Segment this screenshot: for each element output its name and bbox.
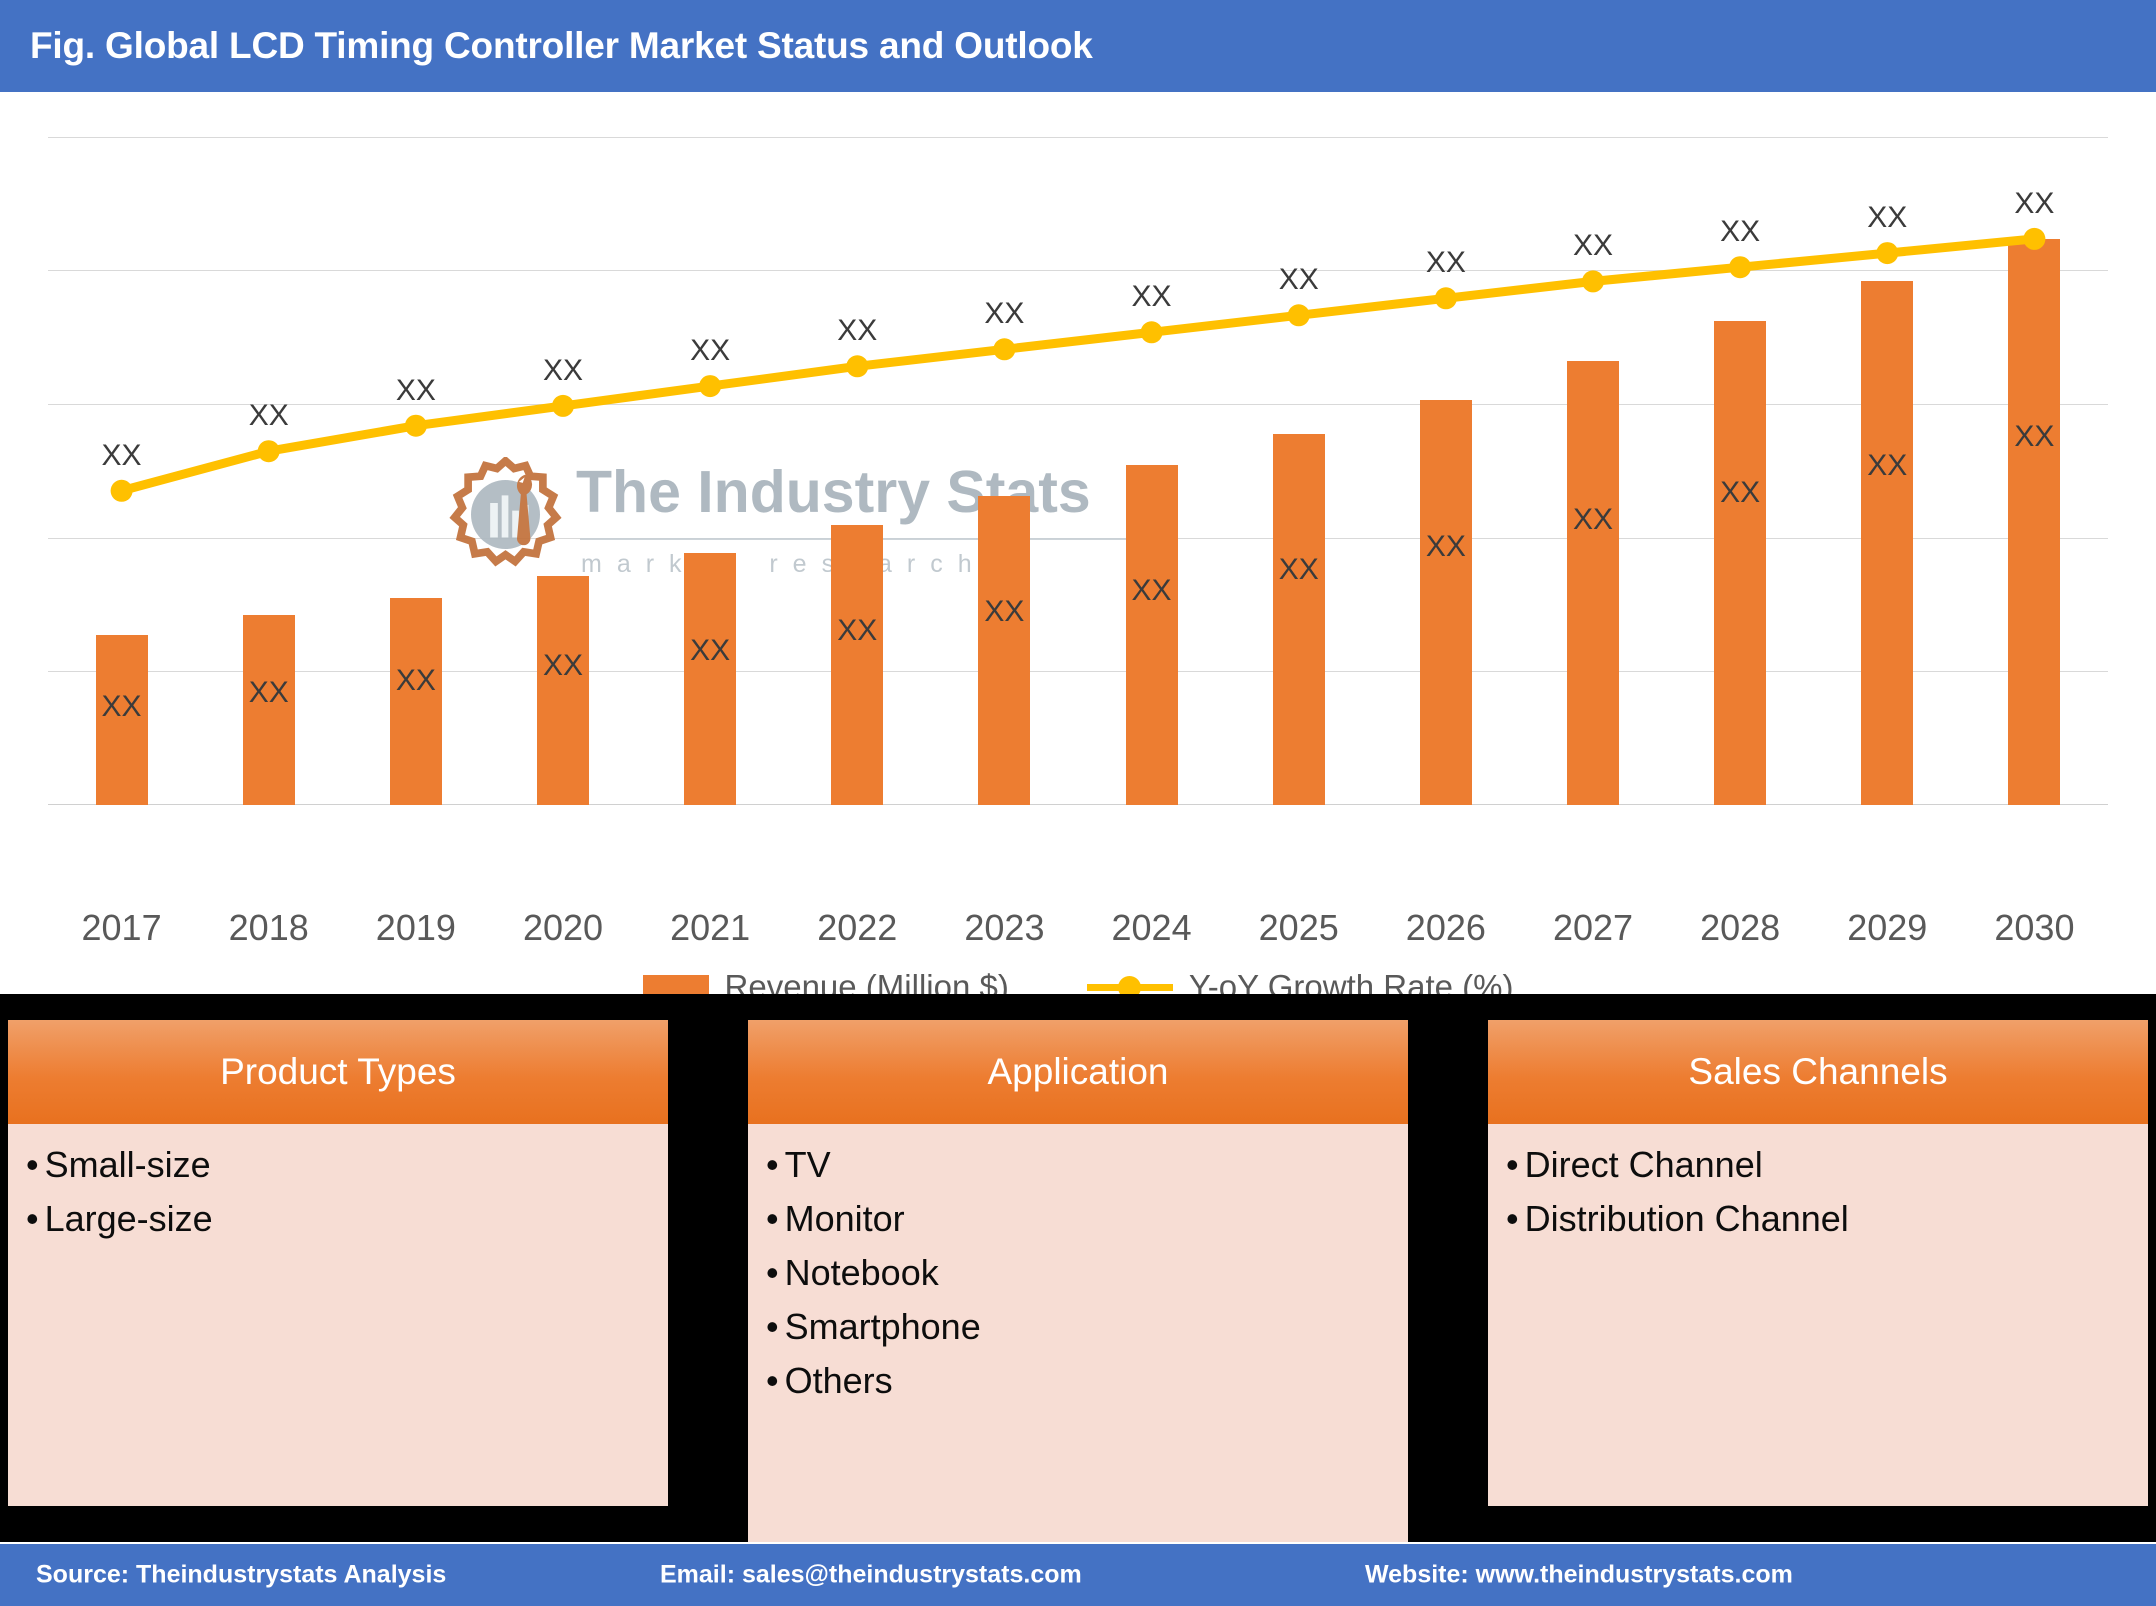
bullet-icon: • (766, 1197, 779, 1239)
bullet-icon: • (26, 1197, 39, 1239)
footer-bar: Source: Theindustrystats Analysis Email:… (0, 1542, 2156, 1606)
line-data-label-2026: XX (1425, 246, 1466, 280)
line-data-label-2017: XX (101, 438, 142, 472)
x-axis-tick-2019: 2019 (375, 907, 456, 948)
x-axis-tick-2024: 2024 (1111, 907, 1192, 948)
x-axis-tick-2018: 2018 (228, 907, 309, 948)
x-axis-tick-2017: 2017 (81, 907, 162, 948)
line-data-label-2022: XX (837, 314, 878, 348)
bar-data-label-2027: XX (1572, 502, 1614, 536)
footer-source: Source: Theindustrystats Analysis (36, 1560, 447, 1589)
category-box-title: Product Types (8, 1020, 668, 1124)
category-box-application: Application • TV • Monitor • Notebook • Smartpho… (748, 1020, 1408, 1544)
list-item-label: Direct Channel (1524, 1144, 1763, 1185)
chart-panel: The Industry Stats market research XX XX X… (0, 92, 2156, 1005)
list-item-label: Distribution Channel (1524, 1197, 1849, 1239)
list-item: • Smartphone (766, 1305, 1408, 1347)
list-item-label: Large-size (44, 1197, 213, 1239)
x-axis-tick-2027: 2027 (1552, 907, 1634, 948)
bullet-icon: • (766, 1144, 779, 1185)
list-item: • Direct Channel (1506, 1144, 2148, 1185)
category-box-title: Application (748, 1020, 1408, 1124)
line-data-label-2028: XX (1720, 215, 1761, 249)
bar-data-label-2020: XX (542, 649, 584, 683)
bar-data-label-2029: XX (1867, 448, 1908, 482)
list-item-label: Small-size (44, 1144, 211, 1185)
line-data-label-2018: XX (248, 399, 289, 433)
category-band: Product Types • Small-size • Large-size Appli… (0, 994, 2156, 1544)
line-data-label-2023: XX (984, 297, 1025, 331)
category-box-list: • Direct Channel • Distribution Channel (1488, 1124, 2148, 1506)
list-item: • Small-size (26, 1144, 668, 1185)
footer-website: Website: www.theindustrystats.com (1365, 1560, 1793, 1589)
bullet-icon: • (1506, 1197, 1519, 1239)
x-axis-tick-2023: 2023 (964, 907, 1045, 948)
line-data-label-2021: XX (690, 334, 731, 368)
category-box-title: Sales Channels (1488, 1020, 2148, 1124)
line-data-label-2029: XX (1867, 201, 1908, 235)
x-axis-tick-2020: 2020 (522, 907, 604, 948)
bar-data-label-2018: XX (248, 676, 289, 710)
bar-data-label-2025: XX (1278, 552, 1319, 586)
list-item: • Others (766, 1359, 1408, 1401)
x-axis-tick-2025: 2025 (1258, 907, 1339, 948)
bar-data-label-2030: XX (2014, 420, 2055, 454)
data-labels-layer: XX XX XX XX XX XX XX XX XX XX XX XX XX XX XX XX XX XX XX XX… (48, 137, 2108, 805)
category-box-list: • Small-size • Large-size (8, 1124, 668, 1506)
list-item: • Notebook (766, 1251, 1408, 1293)
x-axis: 2017 2018 2019 2020 2021 2022 2023 2024 2025 2026… (48, 907, 2108, 957)
list-item-label: Others (784, 1359, 893, 1401)
bar-data-label-2022: XX (837, 614, 878, 648)
list-item: • Large-size (26, 1197, 668, 1239)
list-item: • TV (766, 1144, 1408, 1185)
category-box-sales-channels: Sales Channels • Direct Channel • Distributi… (1488, 1020, 2148, 1506)
category-box-product-types: Product Types • Small-size • Large-size (8, 1020, 668, 1506)
footer-email: Email: sales@theindustrystats.com (660, 1560, 1082, 1589)
bullet-icon: • (26, 1144, 39, 1185)
figure-title-bar: Fig. Global LCD Timing Controller Market… (0, 0, 2156, 92)
list-item-label: Notebook (784, 1251, 939, 1293)
line-data-label-2020: XX (542, 353, 584, 387)
x-axis-tick-2022: 2022 (817, 907, 898, 948)
bullet-icon: • (1506, 1144, 1519, 1185)
x-axis-tick-2021: 2021 (670, 907, 751, 948)
line-data-label-2030: XX (2014, 186, 2055, 220)
line-data-label-2027: XX (1572, 229, 1614, 263)
page-title: Fig. Global LCD Timing Controller Market… (30, 25, 1093, 66)
list-item-label: TV (784, 1144, 831, 1185)
bar-data-label-2024: XX (1131, 574, 1172, 608)
bar-data-label-2021: XX (690, 633, 731, 667)
list-item: • Monitor (766, 1197, 1408, 1239)
list-item-label: Monitor (784, 1197, 905, 1239)
plot-area: The Industry Stats market research XX XX X… (48, 137, 2108, 805)
x-axis-tick-2028: 2028 (1700, 907, 1781, 948)
list-item: • Distribution Channel (1506, 1197, 2148, 1239)
line-data-label-2025: XX (1278, 263, 1319, 297)
bar-data-label-2023: XX (984, 595, 1025, 629)
bar-data-label-2019: XX (395, 664, 436, 698)
x-axis-tick-2030: 2030 (1994, 907, 2075, 948)
line-data-label-2019: XX (395, 373, 436, 407)
x-axis-tick-2026: 2026 (1405, 907, 1486, 948)
bar-data-label-2017: XX (101, 689, 142, 723)
x-axis-tick-2029: 2029 (1847, 907, 1928, 948)
bar-data-label-2028: XX (1720, 475, 1761, 509)
bullet-icon: • (766, 1305, 779, 1347)
bullet-icon: • (766, 1251, 779, 1293)
bullet-icon: • (766, 1359, 779, 1401)
bar-data-label-2026: XX (1425, 529, 1466, 563)
line-data-label-2024: XX (1131, 280, 1172, 314)
category-box-list: • TV • Monitor • Notebook • Smartphone • Others (748, 1124, 1408, 1544)
list-item-label: Smartphone (784, 1305, 981, 1347)
